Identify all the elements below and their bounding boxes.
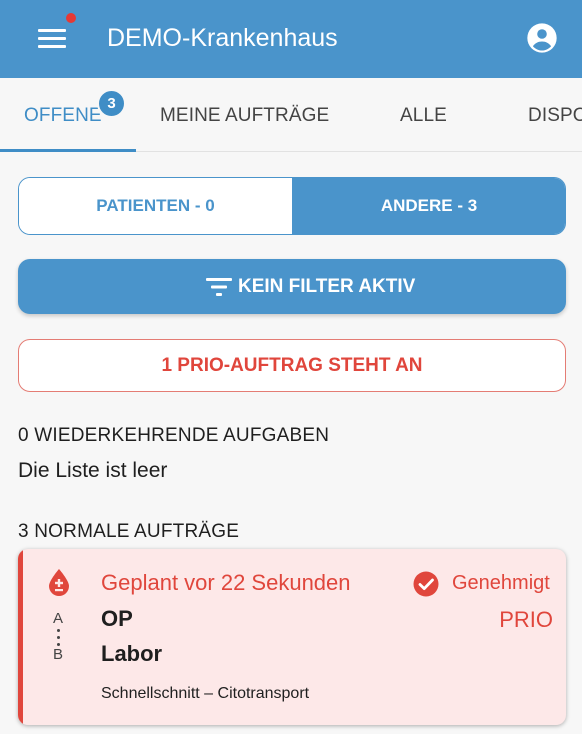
tab-meine-auftraege[interactable]: MEINE AUFTRÄGE (160, 78, 329, 151)
filter-list-icon (206, 278, 232, 296)
tab-offene[interactable]: OFFENE (24, 78, 102, 151)
priority-stripe (18, 549, 23, 725)
order-from: OP (101, 606, 133, 631)
tab-bar: OFFENE MEINE AUFTRÄGE ALLE DISPO (0, 78, 582, 152)
route-end-label: B (53, 646, 64, 663)
approval-status: Genehmigt (452, 572, 550, 594)
order-description: Schnellschnitt – Citotransport (101, 685, 310, 702)
order-card[interactable]: A B Geplant vor 22 Sekunden OP Labor Sch… (18, 549, 566, 725)
app-bar: DEMO-Krankenhaus (0, 0, 582, 78)
prio-order-button[interactable]: 1 PRIO-AUFTRAG STEHT AN (18, 339, 566, 392)
andere-segment-button[interactable]: ANDERE - 3 (292, 178, 565, 234)
notification-dot (66, 13, 76, 23)
tab-alle[interactable]: ALLE (400, 78, 447, 151)
blood-drop-icon (49, 569, 69, 596)
filter-button[interactable]: KEIN FILTER AKTIV (18, 259, 566, 314)
patient-type-toggle: PATIENTEN - 0 ANDERE - 3 (18, 177, 566, 235)
active-tab-indicator (0, 149, 136, 152)
filter-button-label: KEIN FILTER AKTIV (238, 276, 416, 297)
check-circle-icon (413, 571, 439, 597)
priority-label: PRIO (499, 607, 553, 632)
app-title: DEMO-Krankenhaus (107, 24, 338, 52)
empty-list-text: Die Liste ist leer (18, 459, 168, 482)
route-start-label: A (53, 610, 64, 627)
menu-icon[interactable] (38, 26, 68, 50)
route-dots (57, 629, 61, 647)
order-to: Labor (101, 641, 163, 666)
order-time: Geplant vor 22 Sekunden (101, 570, 351, 595)
normal-orders-section-title: 3 NORMALE AUFTRÄGE (18, 521, 240, 542)
tab-count-badge: 3 (97, 89, 126, 118)
account-circle-icon[interactable] (526, 22, 558, 54)
tab-dispo[interactable]: DISPO (528, 78, 582, 151)
patienten-segment-button[interactable]: PATIENTEN - 0 (19, 178, 292, 234)
recurring-section-title: 0 WIEDERKEHRENDE AUFGABEN (18, 425, 330, 446)
